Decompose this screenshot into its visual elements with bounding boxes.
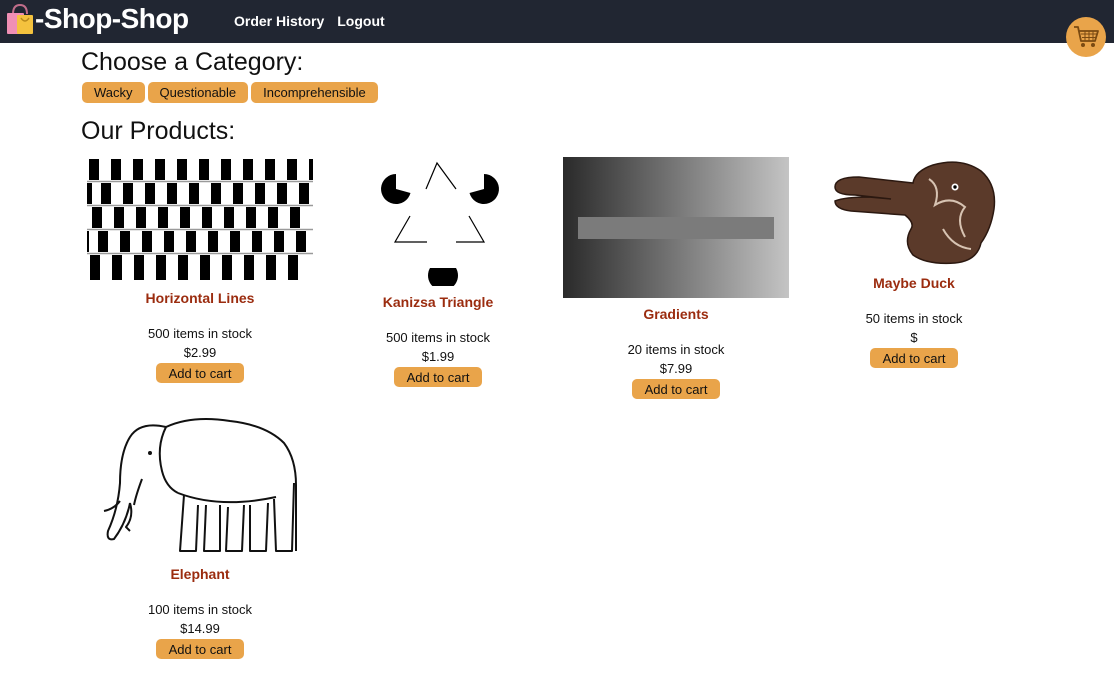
shopping-bag-icon [7,3,33,34]
product-stock: 500 items in stock [147,326,253,341]
product-name-link[interactable]: Maybe Duck [794,275,1034,291]
elephant-legs-illusion-image[interactable] [100,413,300,558]
product-price: $2.99 [183,345,217,360]
product-stock: 100 items in stock [147,602,253,617]
product-card: Gradients 20 items in stock $7.99 Add to… [556,157,796,399]
product-stock: 50 items in stock [865,311,963,326]
order-history-link[interactable]: Order History [234,13,324,29]
product-price: $ [910,330,918,345]
product-card: Elephant 100 items in stock $14.99 Add t… [80,413,320,659]
product-name-link[interactable]: Horizontal Lines [80,290,320,306]
logout-link[interactable]: Logout [337,13,384,29]
product-name-link[interactable]: Elephant [80,566,320,582]
nav-links: Order History Logout [234,13,398,29]
cart-button[interactable] [1066,17,1106,57]
product-card: Horizontal Lines 500 items in stock $2.9… [80,157,320,383]
gradient-illusion-image[interactable] [563,157,789,298]
product-stock: 500 items in stock [385,330,491,345]
category-heading: Choose a Category: [81,48,304,76]
product-price: $7.99 [659,361,693,376]
product-price: $1.99 [421,349,455,364]
brand-link[interactable]: -Shop-Shop [4,2,189,36]
product-name-link[interactable]: Gradients [556,306,796,322]
category-questionable-button[interactable]: Questionable [147,82,249,103]
kanizsa-triangle-image[interactable] [374,157,502,286]
category-incomprehensible-button[interactable]: Incomprehensible [251,82,378,103]
add-to-cart-button[interactable]: Add to cart [632,379,720,399]
cafe-wall-illusion-image[interactable] [87,157,313,282]
category-wacky-button[interactable]: Wacky [82,82,145,103]
brand-title: -Shop-Shop [35,3,189,34]
top-navbar: -Shop-Shop Order History Logout [0,0,1114,43]
add-to-cart-button[interactable]: Add to cart [156,363,244,383]
duck-rabbit-image[interactable] [831,157,997,267]
add-to-cart-button[interactable]: Add to cart [870,348,958,368]
product-stock: 20 items in stock [627,342,725,357]
products-heading: Our Products: [81,117,236,145]
shopping-cart-icon [1074,26,1099,47]
category-buttons: Wacky Questionable Incomprehensible [82,82,381,103]
product-card: Kanizsa Triangle 500 items in stock $1.9… [318,157,558,387]
product-price: $14.99 [180,621,220,636]
add-to-cart-button[interactable]: Add to cart [156,639,244,659]
product-name-link[interactable]: Kanizsa Triangle [318,294,558,310]
product-card: Maybe Duck 50 items in stock $ Add to ca… [794,157,1034,368]
add-to-cart-button[interactable]: Add to cart [394,367,482,387]
